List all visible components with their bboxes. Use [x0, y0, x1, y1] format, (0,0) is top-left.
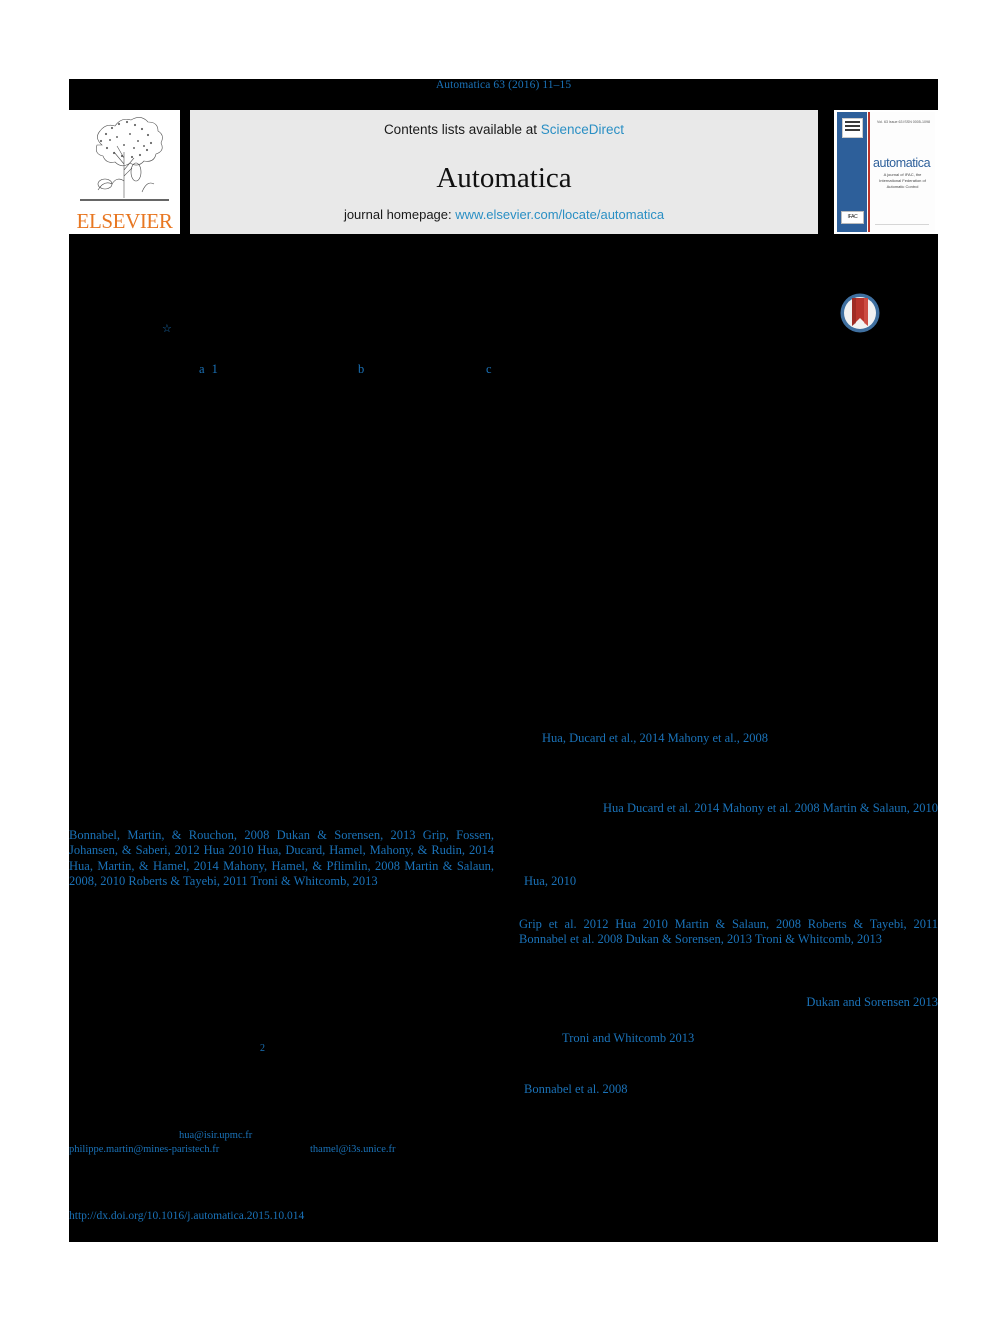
footnote-marker-2[interactable]: 2: [260, 1043, 265, 1054]
contents-lists-prefix: Contents lists available at: [383, 122, 541, 137]
cover-meta-issue: Issue 63: [888, 120, 903, 124]
doi-link[interactable]: http://dx.doi.org/10.1016/j.automatica.2…: [69, 1210, 304, 1222]
journal-masthead: ELSEVIER Contents lists available at Sci…: [69, 110, 938, 234]
citation-group-right-1[interactable]: Hua, Ducard et al., 2014 Mahony et al., …: [542, 731, 952, 746]
title-footnote-marker[interactable]: ☆: [162, 322, 172, 335]
citation-group-right-4[interactable]: Grip et al. 2012 Hua 2010 Martin & Salau…: [519, 917, 938, 948]
author-email-1[interactable]: hua@isir.upmc.fr: [179, 1130, 252, 1141]
sciencedirect-band: Contents lists available at ScienceDirec…: [190, 110, 818, 234]
article-page-sheet: Automatica 63 (2016) 11–15 ELSEVIER Cont…: [69, 79, 938, 1242]
journal-homepage-line: journal homepage: www.elsevier.com/locat…: [190, 207, 818, 222]
journal-cover-thumbnail: IFAC Vol. 63 Issue 63 ISSN 0005-1098 aut…: [834, 110, 938, 234]
running-head: Automatica 63 (2016) 11–15: [435, 79, 572, 91]
cover-red-rule: [868, 112, 870, 232]
contents-lists-line: Contents lists available at ScienceDirec…: [190, 122, 818, 137]
author-c-affiliation-marker[interactable]: c: [486, 362, 492, 377]
cover-top-meta: Vol. 63 Issue 63 ISSN 0005-1098: [877, 120, 930, 124]
citation-group-right-7[interactable]: Bonnabel et al. 2008: [524, 1082, 938, 1097]
author-b-affiliation-marker[interactable]: b: [358, 362, 364, 377]
elsevier-wordmark: ELSEVIER: [76, 209, 173, 233]
citation-group-left-1[interactable]: Bonnabel, Martin, & Rouchon, 2008 Dukan …: [69, 828, 494, 889]
journal-title: Automatica: [436, 162, 572, 194]
author-a-affiliation-marker[interactable]: a 1: [199, 362, 220, 377]
cover-journal-title: automatica: [873, 156, 931, 170]
journal-homepage-link[interactable]: www.elsevier.com/locate/automatica: [455, 207, 664, 222]
cover-meta-issn: ISSN 0005-1098: [903, 120, 930, 124]
cover-publisher-icon: [842, 118, 863, 138]
citation-group-right-5[interactable]: Dukan and Sorensen 2013: [509, 995, 938, 1010]
footnote-separator-rule: [69, 1177, 249, 1178]
homepage-prefix: journal homepage:: [343, 207, 456, 222]
citation-group-right-2[interactable]: Hua Ducard et al. 2014 Mahony et al. 200…: [512, 801, 938, 816]
cover-inner: IFAC Vol. 63 Issue 63 ISSN 0005-1098 aut…: [837, 112, 935, 232]
cover-bottom-rule: [875, 224, 929, 225]
citation-group-right-6[interactable]: Troni and Whitcomb 2013: [562, 1031, 938, 1046]
elsevier-tree-icon: [72, 112, 177, 207]
author-email-2[interactable]: philippe.martin@mines-paristech.fr: [69, 1144, 219, 1155]
cover-meta-volume: Vol. 63: [877, 120, 888, 124]
crossmark-icon[interactable]: [839, 292, 881, 334]
cover-blue-bar: IFAC: [837, 112, 867, 232]
sciencedirect-link[interactable]: ScienceDirect: [541, 122, 624, 137]
citation-group-right-3[interactable]: Hua, 2010: [524, 874, 934, 889]
elsevier-logo: ELSEVIER: [69, 110, 180, 234]
ifac-badge: IFAC: [841, 211, 864, 224]
cover-journal-subtitle: A journal of IFAC, the International Fed…: [879, 172, 926, 189]
author-email-3[interactable]: thamel@i3s.unice.fr: [310, 1144, 395, 1155]
